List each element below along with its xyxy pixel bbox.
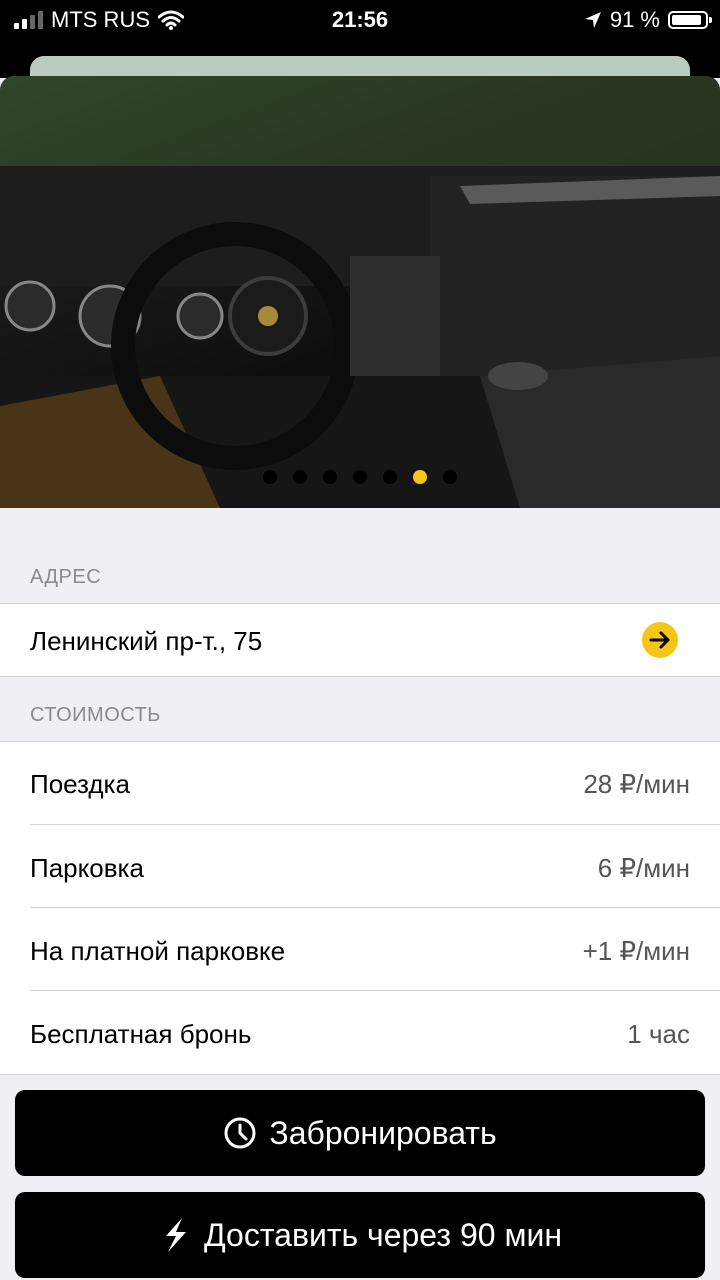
- divider: [0, 1074, 720, 1075]
- car-interior-photo: [0, 76, 720, 508]
- location-arrow-icon: [584, 12, 601, 28]
- price-label: Бесплатная бронь: [30, 1019, 252, 1049]
- price-value: 1 час: [627, 1019, 690, 1049]
- price-row: На платной парковке +1 ₽/мин: [0, 908, 720, 991]
- price-label: Парковка: [30, 853, 144, 883]
- address-text: Ленинский пр-т., 75: [30, 626, 263, 656]
- price-value: 6 ₽/мин: [597, 853, 690, 883]
- gallery-dot[interactable]: [323, 470, 337, 484]
- price-row: Парковка 6 ₽/мин: [0, 825, 720, 908]
- arrow-right-icon: [649, 631, 670, 649]
- deliver-button[interactable]: Доставить через 90 мин: [15, 1192, 705, 1278]
- gallery-dot[interactable]: [293, 470, 307, 484]
- gallery-dot[interactable]: [353, 470, 367, 484]
- address-section-header: АДРЕС: [30, 566, 102, 588]
- gallery-dot[interactable]: [383, 470, 397, 484]
- price-row: Бесплатная бронь 1 час: [0, 991, 720, 1074]
- status-bar: MTS RUS 21:56 91 %: [0, 0, 720, 40]
- gallery-dot[interactable]: [443, 470, 457, 484]
- pricing-section-header: СТОИМОСТЬ: [30, 704, 161, 726]
- car-photo-gallery[interactable]: [0, 76, 720, 508]
- lightning-icon: [166, 1218, 187, 1252]
- book-button-label: Забронировать: [269, 1114, 497, 1151]
- address-row[interactable]: Ленинский пр-т., 75: [0, 604, 720, 676]
- book-button[interactable]: Забронировать: [15, 1090, 705, 1176]
- price-value: +1 ₽/мин: [582, 936, 690, 966]
- price-label: Поездка: [30, 769, 130, 799]
- divider: [0, 676, 720, 677]
- battery-percent: 91 %: [609, 7, 660, 32]
- gallery-dot[interactable]: [413, 470, 427, 484]
- gallery-page-indicator[interactable]: [0, 470, 720, 484]
- price-value: 28 ₽/мин: [583, 769, 690, 799]
- price-label: На платной парковке: [30, 936, 286, 966]
- address-navigate-button[interactable]: [642, 622, 678, 658]
- deliver-button-label: Доставить через 90 мин: [204, 1216, 562, 1253]
- gallery-dot[interactable]: [263, 470, 277, 484]
- price-row: Поездка 28 ₽/мин: [0, 742, 720, 825]
- clock-icon: [224, 1117, 256, 1149]
- battery-icon: [668, 11, 712, 29]
- battery-group: 91 %: [584, 7, 712, 33]
